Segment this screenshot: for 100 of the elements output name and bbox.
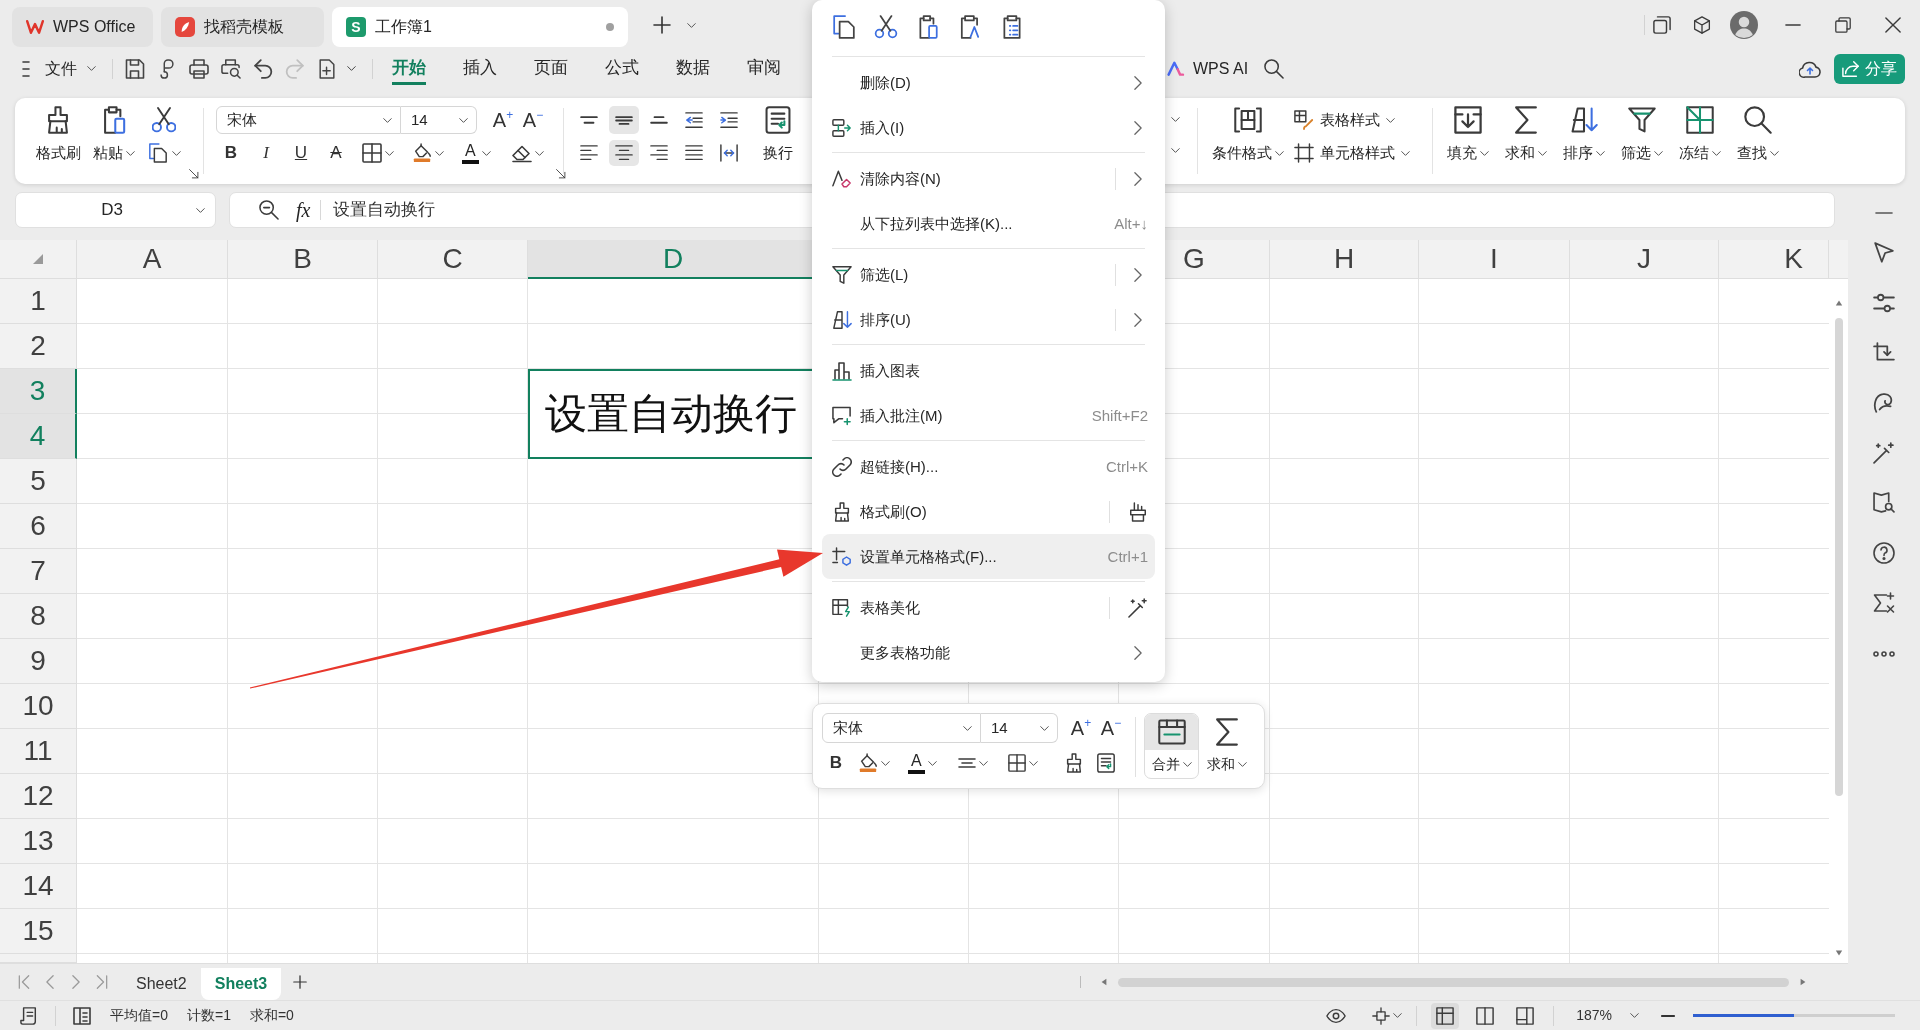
document-tab[interactable]: WPS Office [12,7,153,47]
document-tab[interactable]: S 工作簿1 [332,7,628,47]
name-box[interactable]: D3 [15,192,216,228]
row-header[interactable]: 2 [0,324,77,369]
caret-icon[interactable] [1171,148,1180,153]
row-header[interactable]: 13 [0,819,77,864]
ribbon-tab[interactable]: 开始 [391,53,426,85]
zoom-slider[interactable] [1693,1014,1895,1017]
increase-font-button[interactable]: A$^{+}$ [1066,718,1096,738]
scroll-left-icon[interactable] [1100,978,1108,986]
column-header[interactable]: B [228,240,378,279]
column-header[interactable]: K [1719,240,1829,279]
font-size-select[interactable]: 14 [401,106,477,134]
new-document-icon[interactable] [317,59,337,79]
merge-button[interactable]: 合并 [1144,713,1199,779]
ribbon-tab[interactable]: 插入 [462,53,497,85]
column-header[interactable]: H [1270,240,1419,279]
row-header[interactable]: 7 [0,549,77,594]
menu-item[interactable]: 设置单元格格式(F)... Ctrl+1 [822,534,1155,579]
ai-button[interactable]: WPS AI [1167,58,1249,80]
cube-icon[interactable] [1693,16,1711,34]
sigma-plus-icon[interactable] [1873,592,1895,614]
menu-item[interactable]: 插入(I) [822,105,1155,150]
side-panel-icon[interactable] [73,1006,91,1025]
magic-wand-icon[interactable] [1128,597,1148,618]
paper-scroll-icon[interactable] [20,1006,38,1025]
row-header[interactable]: 5 [0,459,77,504]
row-header[interactable]: 14 [0,864,77,909]
normal-view-button[interactable] [1431,1002,1460,1029]
menu-item[interactable]: 插入图表 [822,348,1155,393]
format-painter-button[interactable]: 格式刷 [33,98,83,184]
file-menu[interactable]: 文件 [22,58,96,80]
caret-icon[interactable] [1171,117,1180,122]
fill-button[interactable]: 填充 [1442,98,1494,184]
cell-style-button[interactable]: 单元格样式 [1294,140,1410,166]
font-color-button[interactable]: A [456,142,501,164]
scroll-up-icon[interactable] [1834,299,1843,307]
undo-icon[interactable] [253,59,273,79]
restore-icon[interactable] [1835,17,1851,33]
insert-function-button[interactable]: fx [296,200,311,220]
scroll-right-icon[interactable] [1799,978,1807,986]
pointer-icon[interactable] [1873,242,1895,264]
ribbon-tab[interactable]: 审阅 [746,53,781,85]
row-header[interactable]: 12 [0,774,77,819]
freeze-button[interactable]: 冻结 [1674,98,1726,184]
align-middle-button[interactable] [609,106,639,134]
ribbon-tab[interactable]: 页面 [533,53,568,85]
menu-item[interactable]: 排序(U) [822,297,1155,342]
row-header[interactable]: 1 [0,279,77,324]
corner-arrow-icon[interactable] [556,169,566,179]
print-icon[interactable] [189,59,209,79]
bold-button[interactable]: B [822,752,850,774]
formula-input[interactable]: 设置自动换行 [333,198,436,222]
magic-wand-icon[interactable] [1873,442,1895,464]
plus-icon[interactable] [653,16,671,34]
scroll-down-icon[interactable] [1834,949,1843,957]
more-icon[interactable] [1873,651,1895,657]
paste-button[interactable]: 粘贴 [89,98,139,184]
clipboard-icon[interactable] [916,15,940,39]
menu-item[interactable]: 清除内容(N) [822,156,1155,201]
font-size-select[interactable]: 14 [981,713,1058,743]
row-header[interactable]: 15 [0,909,77,954]
decrease-font-button[interactable]: A$^{−}$ [1096,718,1126,738]
document-tab[interactable]: 找稻壳模板 [161,7,324,47]
caret-icon[interactable] [687,22,696,28]
zoom-level-menu[interactable]: 187% [1576,1006,1639,1025]
row-header[interactable]: 8 [0,594,77,639]
table-style-button[interactable]: 表格样式 [1294,106,1410,134]
cut-icon[interactable] [874,15,898,39]
filter-button[interactable]: 筛选 [1616,98,1668,184]
increase-font-button[interactable]: A$^{+}$ [488,110,518,130]
minus-icon[interactable] [1661,1014,1675,1017]
sum-button[interactable]: 求和 [1500,98,1552,184]
text-return-icon[interactable] [1096,753,1116,773]
caret-icon[interactable] [347,66,356,72]
sheet-tab[interactable]: Sheet3 [200,968,282,1000]
column-header[interactable]: J [1570,240,1719,279]
fit-button[interactable] [1372,1006,1403,1025]
bold-button[interactable]: B [216,142,246,164]
zoom-out-icon[interactable] [259,200,279,220]
close-icon[interactable] [1885,17,1901,33]
cut-icon[interactable] [152,106,176,134]
row-header[interactable]: 11 [0,729,77,774]
corner-arrow-icon[interactable] [189,169,199,179]
search-icon[interactable] [1264,59,1285,79]
italic-button[interactable]: I [251,142,281,164]
ribbon-tab[interactable]: 数据 [675,53,710,85]
menu-item[interactable]: 格式刷(O) [822,489,1155,534]
doodle-icon[interactable] [1873,392,1895,414]
window-stack-icon[interactable] [1653,16,1671,34]
scrollbar-thumb[interactable] [1834,318,1843,796]
scrollbar-thumb[interactable] [1118,977,1789,987]
menu-item[interactable]: 删除(D) [822,60,1155,105]
clipboard-icon[interactable] [958,15,982,39]
decrease-font-button[interactable]: A$^{−}$ [518,110,548,130]
row-header[interactable]: 3 [0,369,77,414]
copy-icon[interactable] [832,15,856,39]
conditional-format-button[interactable]: 条件格式 [1212,98,1284,184]
row-header[interactable]: 6 [0,504,77,549]
font-color-button[interactable]: A [902,752,952,774]
